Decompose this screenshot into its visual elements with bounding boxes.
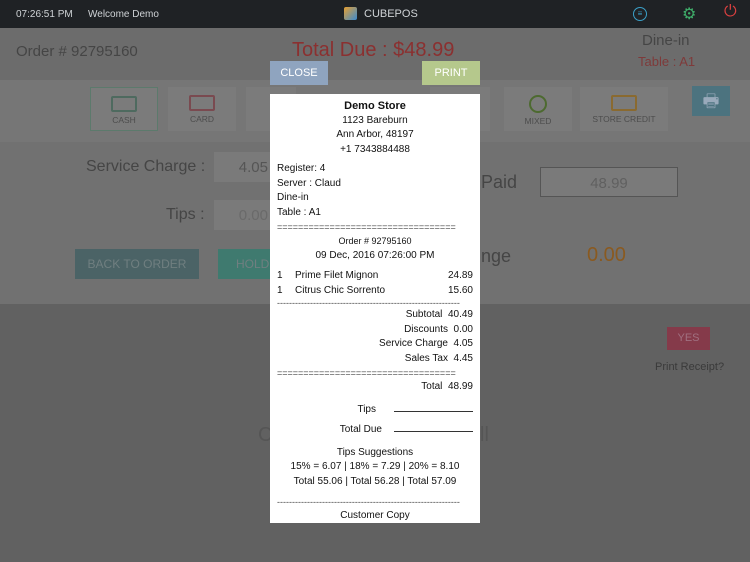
card-icon: [189, 95, 215, 111]
tips-line: Tips: [277, 403, 473, 418]
discounts-row: Discounts 0.00: [404, 323, 473, 335]
cubepos-logo-icon: [344, 7, 357, 20]
hold-button[interactable]: HOLD: [218, 249, 278, 279]
gear-icon[interactable]: ⚙: [682, 4, 696, 24]
service-charge-row: Service Charge 4.05: [379, 338, 473, 349]
service-charge-label: Service Charge :: [86, 158, 206, 175]
partial-text-right: ll: [480, 424, 489, 446]
tips-suggestions-title: Tips Suggestions: [336, 446, 414, 458]
store-address-2: Ann Arbor, 48197: [336, 129, 414, 140]
mixed-icon: [529, 95, 547, 113]
order-type: Dine-in: [277, 192, 309, 203]
total-due-line: Total Due: [277, 423, 473, 438]
total-due: Total Due : $48.99: [292, 39, 455, 61]
store-phone: +1 7343884488: [340, 143, 410, 155]
table-label: Table : A1: [638, 54, 696, 69]
total-row: Total 48.99: [421, 381, 473, 392]
brand-name: CUBEPOS: [364, 8, 418, 20]
separator: ----------------------------------------…: [277, 298, 460, 308]
mixed-button[interactable]: MIXED: [504, 87, 572, 131]
table: Table : A1: [277, 206, 321, 218]
print-button[interactable]: PRINT: [422, 61, 480, 85]
printer-button[interactable]: 🖶: [692, 86, 730, 116]
paid-input[interactable]: 48.99: [540, 167, 678, 197]
welcome-text: Welcome Demo: [88, 9, 159, 20]
yes-button[interactable]: YES: [667, 327, 710, 350]
order-number: Order # 92795160: [16, 43, 138, 60]
receipt-order-number: Order # 92795160: [338, 236, 412, 246]
paid-label: Paid: [481, 172, 518, 192]
customer-copy: Customer Copy: [340, 510, 410, 521]
line-item: 1 Citrus Chic Sorrento 15.60: [277, 284, 473, 296]
order-header: Order # 92795160 Total Due : $48.99 Dine…: [0, 28, 750, 80]
list-icon[interactable]: ≡: [633, 7, 647, 21]
register: Register: 4: [277, 163, 326, 174]
server: Server : Claud: [277, 177, 341, 189]
separator: ==================================: [277, 368, 456, 378]
power-icon[interactable]: ⏻: [724, 3, 737, 21]
store-credit-button[interactable]: STORE CREDIT: [580, 87, 668, 131]
clock: 07:26:51 PM: [16, 9, 73, 20]
top-bar: 07:26:51 PM Welcome Demo CUBEPOS ≡ ⚙ ⏻: [0, 0, 750, 28]
print-receipt-prompt: Print Receipt?: [655, 361, 725, 373]
tips-label: Tips :: [166, 206, 205, 223]
tips-suggestions-total: Total 55.06 | Total 56.28 | Total 57.09: [293, 475, 457, 487]
receipt-preview: Demo Store 1123 Bareburn Ann Arbor, 4819…: [270, 94, 480, 523]
card-button[interactable]: CARD: [168, 87, 236, 131]
store-credit-icon: [611, 95, 637, 111]
service-charge-input[interactable]: 4.05: [214, 152, 274, 182]
store-address-1: 1123 Bareburn: [342, 114, 408, 126]
cash-button[interactable]: CASH: [90, 87, 158, 131]
back-to-order-button[interactable]: BACK TO ORDER: [75, 249, 199, 279]
receipt-date: 09 Dec, 2016 07:26:00 PM: [315, 249, 435, 261]
separator: ==================================: [277, 222, 456, 232]
tips-input[interactable]: 0.00: [214, 200, 274, 230]
line-item: 1 Prime Filet Mignon 24.89: [277, 270, 473, 281]
tips-suggestions-percent: 15% = 6.07 | 18% = 7.29 | 20% = 8.10: [290, 461, 460, 472]
change-value: 0.00: [587, 244, 626, 266]
close-button[interactable]: CLOSE: [270, 61, 328, 85]
subtotal-row: Subtotal 40.49: [405, 309, 473, 320]
sales-tax-row: Sales Tax 4.45: [404, 352, 473, 364]
store-name: Demo Store: [344, 100, 406, 112]
cash-icon: [111, 96, 137, 112]
change-label: nge: [481, 246, 512, 266]
order-type: Dine-in: [642, 32, 690, 49]
separator: ----------------------------------------…: [277, 497, 460, 507]
printer-icon: 🖶: [702, 91, 720, 111]
